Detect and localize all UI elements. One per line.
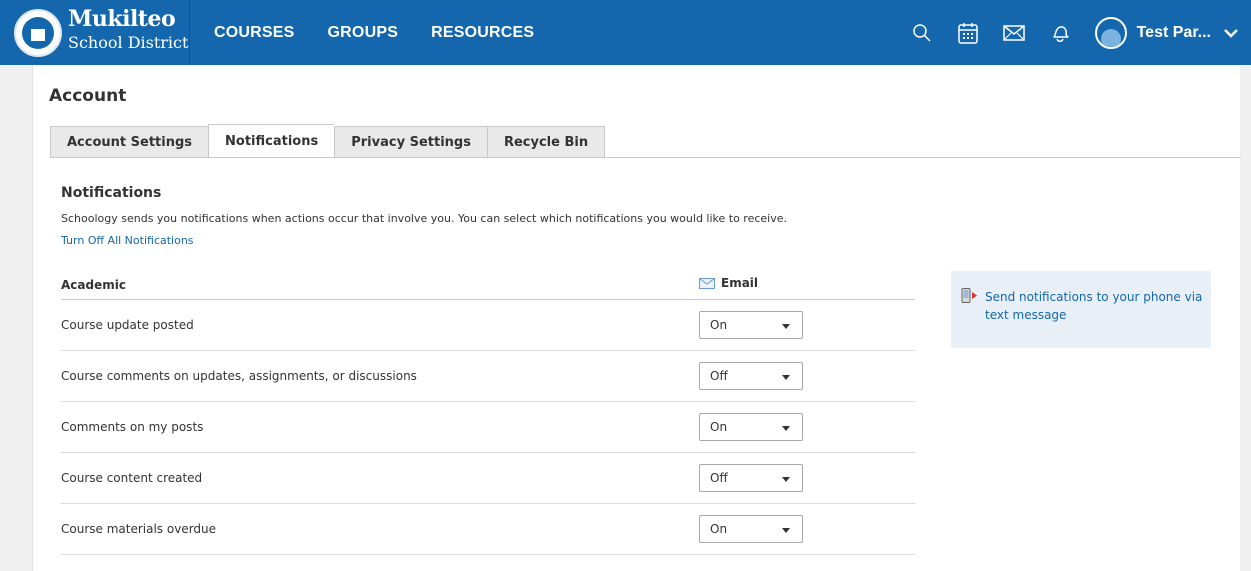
district-seal-icon [14,9,62,57]
row-label: Course materials overdue [61,522,217,536]
header-actions: Test Par... [899,0,1251,65]
email-setting-select[interactable]: Off [699,464,803,492]
user-name: Test Par... [1136,23,1211,41]
page-title: Account [49,86,127,106]
table-row: Comments on my posts On [61,402,915,453]
logo-name-line1: Mukilteo [68,6,176,32]
row-label: Course update posted [61,318,194,332]
select-value: Off [710,471,728,485]
logo-name-line2: School District [68,33,189,52]
email-setting-select[interactable]: On [699,515,803,543]
notification-settings-table: Academic Email Course update posted On C… [61,270,915,555]
dropdown-arrow-icon [782,426,790,431]
email-setting-select[interactable]: On [699,413,803,441]
nav-courses[interactable]: COURSES [214,24,295,42]
table-row: Course update posted On [61,300,915,351]
envelope-icon [699,277,715,289]
text-message-link[interactable]: Send notifications to your phone via tex… [985,288,1205,324]
turn-off-all-link[interactable]: Turn Off All Notifications [61,234,194,247]
main-nav: COURSES GROUPS RESOURCES [214,0,534,65]
dropdown-arrow-icon [782,375,790,380]
top-navigation-bar: Mukilteo School District COURSES GROUPS … [0,0,1251,65]
section-label-academic: Academic [61,277,126,292]
dropdown-arrow-icon [782,528,790,533]
tab-privacy-settings[interactable]: Privacy Settings [334,126,487,158]
mail-icon[interactable] [991,0,1037,65]
tab-recycle-bin[interactable]: Recycle Bin [486,126,606,158]
nav-resources[interactable]: RESOURCES [431,24,534,42]
bell-icon[interactable] [1037,0,1083,65]
select-value: On [710,522,728,536]
tab-account-settings[interactable]: Account Settings [50,126,209,158]
text-message-box: Send notifications to your phone via tex… [951,271,1211,348]
account-content: Account Account Settings Notifications P… [32,65,1241,571]
row-label: Comments on my posts [61,420,204,434]
chevron-down-icon [1224,28,1238,38]
email-setting-select[interactable]: On [699,311,803,339]
dropdown-arrow-icon [782,324,790,329]
select-value: On [710,420,728,434]
table-header: Academic Email [61,270,915,300]
user-menu[interactable]: Test Par... [1094,16,1239,49]
row-label: Course content created [61,471,203,485]
phone-message-icon [961,288,977,303]
table-row: Course materials overdue On [61,504,915,555]
nav-groups[interactable]: GROUPS [328,24,399,42]
table-row: Course content created Off [61,453,915,504]
notifications-heading: Notifications [61,185,162,201]
account-tabs: Account Settings Notifications Privacy S… [50,124,606,158]
avatar [1094,16,1127,49]
email-setting-select[interactable]: Off [699,362,803,390]
select-value: On [710,318,728,332]
tab-notifications[interactable]: Notifications [208,124,335,158]
email-column-header: Email [699,276,758,290]
row-label: Course comments on updates, assignments,… [61,369,417,383]
tab-divider [50,157,1241,158]
table-row: Course comments on updates, assignments,… [61,351,915,402]
calendar-icon[interactable] [945,0,991,65]
district-logo[interactable]: Mukilteo School District [0,0,190,65]
email-header-label: Email [721,276,759,290]
notifications-description: Schoology sends you notifications when a… [61,212,788,225]
select-value: Off [710,369,728,383]
dropdown-arrow-icon [782,477,790,482]
search-icon[interactable] [899,0,945,65]
